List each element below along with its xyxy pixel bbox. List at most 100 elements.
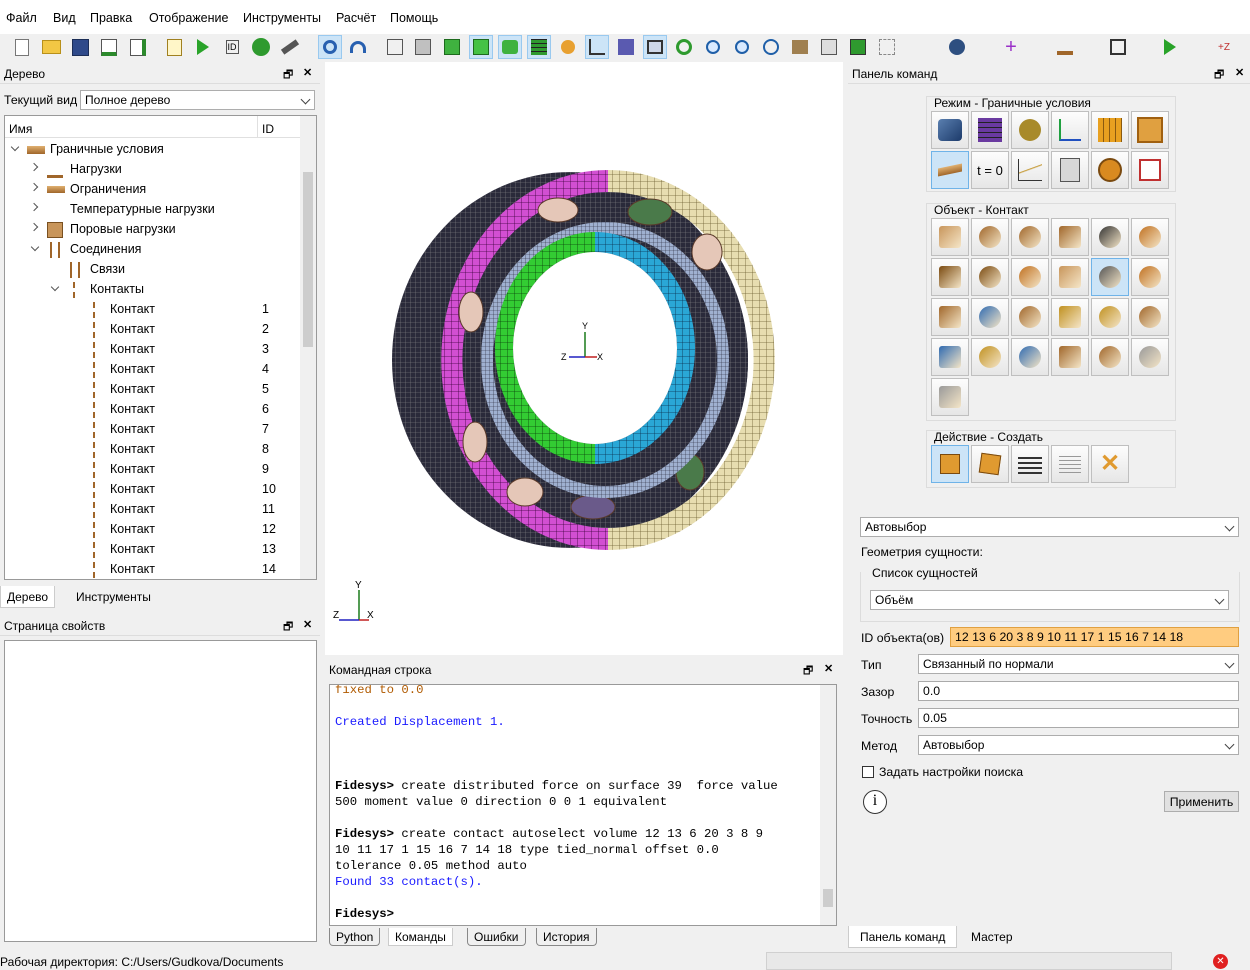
save-icon[interactable] [68, 35, 92, 59]
autoselect-select[interactable]: Автовыбор [860, 517, 1239, 537]
id-journal-icon[interactable]: ID [220, 35, 244, 59]
contact-icon[interactable] [1051, 258, 1089, 296]
edit-journal-icon[interactable] [162, 35, 186, 59]
tree-item-contact[interactable]: Контакт 6 [5, 400, 295, 420]
convection-icon[interactable] [931, 298, 969, 336]
tab-tree[interactable]: Дерево [0, 586, 56, 608]
graphics-viewport[interactable]: Y X Z Y X Z [325, 62, 843, 655]
select-mode-icon[interactable] [318, 35, 342, 59]
tree-col-id[interactable]: ID [262, 122, 274, 136]
apply-button[interactable]: Применить [1164, 791, 1239, 812]
edit-action-icon[interactable] [1051, 445, 1089, 483]
run-icon[interactable] [1158, 35, 1182, 59]
scrollbar-thumb[interactable] [303, 172, 313, 347]
transparent-cube-icon[interactable] [875, 35, 899, 59]
crosshair-icon[interactable]: + [999, 35, 1023, 59]
tab-history[interactable]: История [536, 928, 597, 946]
person-icon[interactable] [556, 35, 580, 59]
command-output[interactable]: fixed to 0.0 Created Displacement 1. Fides… [329, 684, 837, 926]
point-source-icon[interactable] [971, 338, 1009, 376]
create-action-icon[interactable] [931, 445, 969, 483]
curve-mode-icon[interactable] [1011, 151, 1049, 189]
open-folder-icon[interactable] [39, 35, 63, 59]
command-scrollbar[interactable] [820, 685, 836, 925]
menu-help[interactable]: Помощь [390, 11, 438, 25]
error-indicator-icon[interactable]: ✕ [1213, 954, 1228, 969]
tree-item-contact[interactable]: Контакт 2 [5, 320, 295, 340]
modify-action-icon[interactable] [971, 445, 1009, 483]
temperature-icon[interactable] [1131, 258, 1169, 296]
menu-tools[interactable]: Инструменты [243, 11, 321, 25]
search-settings-checkbox[interactable] [862, 766, 874, 778]
tab-wizard[interactable]: Мастер [965, 926, 1019, 948]
tree-item-loads[interactable]: Нагрузки [5, 160, 295, 180]
tree-item-contact[interactable]: Контакт 5 [5, 380, 295, 400]
velocity-icon[interactable] [1131, 218, 1169, 256]
contact-type-select[interactable]: Связанный по нормали [918, 654, 1239, 674]
tab-python[interactable]: Python [329, 928, 381, 946]
export-icon[interactable] [126, 35, 150, 59]
refresh-icon[interactable] [672, 35, 696, 59]
analysis-mode-icon[interactable] [1091, 151, 1129, 189]
calculator-mode-icon[interactable] [1051, 151, 1089, 189]
expand-toggle-icon[interactable] [50, 282, 60, 292]
settings-gears-icon[interactable] [945, 35, 969, 59]
tree-item-constraints[interactable]: Ограничения [5, 180, 295, 200]
tree-item-ties[interactable]: Связи [5, 260, 295, 280]
tolerance-input[interactable]: 0.05 [918, 708, 1239, 728]
tree-item-contact[interactable]: Контакт 12 [5, 520, 295, 540]
heat-source-icon[interactable] [1051, 298, 1089, 336]
tree-item-contact[interactable]: Контакт 13 [5, 540, 295, 560]
color-cube-icon[interactable] [846, 35, 870, 59]
save-as-icon[interactable] [97, 35, 121, 59]
pore-pressure-icon[interactable] [1131, 298, 1169, 336]
bodies-icon[interactable] [498, 35, 522, 59]
zoom-out-icon[interactable] [730, 35, 754, 59]
list-action-icon[interactable] [1011, 445, 1049, 483]
tree-item-contact[interactable]: Контакт 11 [5, 500, 295, 520]
close-icon[interactable]: ✕ [303, 618, 312, 631]
blocks-mode-icon[interactable] [1091, 111, 1129, 149]
collapse-toggle-icon[interactable] [29, 202, 39, 212]
current-view-select[interactable]: Полное дерево [80, 90, 315, 110]
expand-toggle-icon[interactable] [10, 142, 20, 152]
info-icon[interactable]: i [863, 790, 887, 814]
clip-plane-icon[interactable] [817, 35, 841, 59]
tree-item-contacts[interactable]: Контакты [5, 280, 295, 300]
material-mode-icon[interactable] [1011, 111, 1049, 149]
play-journal-icon[interactable] [191, 35, 215, 59]
tree-item-contact[interactable]: Контакт 14 [5, 560, 295, 579]
joint-icon[interactable] [1011, 258, 1049, 296]
mesh-nodes-icon[interactable] [1106, 35, 1130, 59]
window-view-icon[interactable] [643, 35, 667, 59]
load-arrow-icon[interactable] [1053, 35, 1077, 59]
float-icon[interactable]: 🗗 [283, 66, 293, 85]
acceleration-icon[interactable] [971, 258, 1009, 296]
close-icon[interactable]: ✕ [824, 662, 833, 675]
collapse-toggle-icon[interactable] [29, 182, 39, 192]
perspective-icon[interactable] [788, 35, 812, 59]
heat-flux-icon[interactable] [971, 298, 1009, 336]
geometry-mode-icon[interactable] [931, 111, 969, 149]
float-icon[interactable]: 🗗 [283, 618, 293, 637]
body-source-icon[interactable] [1011, 338, 1049, 376]
layout-mode-icon[interactable] [1131, 111, 1169, 149]
menu-calculation[interactable]: Расчёт [336, 11, 376, 25]
tree-item-contact[interactable]: Контакт 3 [5, 340, 295, 360]
close-icon[interactable]: ✕ [303, 66, 312, 79]
angular-velocity-icon[interactable] [931, 258, 969, 296]
initial-conditions-mode-icon[interactable]: t = 0 [971, 151, 1009, 189]
force-icon[interactable] [971, 218, 1009, 256]
tree-item-contact[interactable]: Контакт 10 [5, 480, 295, 500]
gravity-icon[interactable] [1091, 218, 1129, 256]
distributed-load-icon[interactable] [1051, 218, 1089, 256]
coordinate-mode-icon[interactable] [1051, 111, 1089, 149]
radiation-icon[interactable] [1011, 298, 1049, 336]
cube-select-icon[interactable] [469, 35, 493, 59]
shaded-cube-icon[interactable] [440, 35, 464, 59]
mesh-cube-icon[interactable] [527, 35, 551, 59]
menu-edit[interactable]: Правка [90, 11, 132, 25]
tree-item-boundary-conditions[interactable]: Граничные условия [5, 140, 295, 160]
tab-commands[interactable]: Команды [388, 928, 453, 946]
gap-input[interactable]: 0.0 [918, 681, 1239, 701]
